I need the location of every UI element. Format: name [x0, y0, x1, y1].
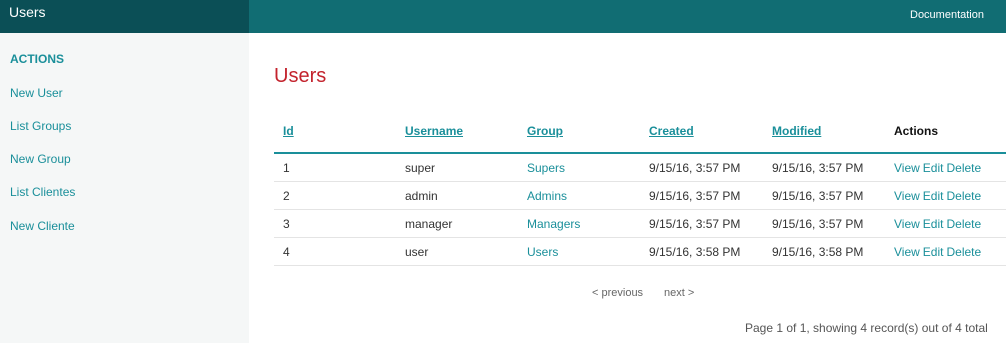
cell-modified: 9/15/16, 3:57 PM	[772, 189, 864, 203]
delete-link[interactable]: Delete	[946, 161, 981, 175]
cell-username: super	[405, 161, 436, 175]
cell-created: 9/15/16, 3:57 PM	[649, 217, 741, 231]
sort-group-header[interactable]: Group	[527, 117, 563, 145]
sidebar-item-list-groups[interactable]: List Groups	[10, 119, 71, 133]
page-title: Users	[274, 65, 327, 87]
cell-group-link[interactable]: Managers	[527, 210, 580, 238]
view-link[interactable]: View	[894, 245, 920, 259]
cell-actions: View Edit Delete	[894, 238, 984, 266]
cell-group-link[interactable]: Users	[527, 238, 558, 266]
cell-id: 4	[283, 245, 290, 259]
delete-link[interactable]: Delete	[946, 245, 981, 259]
delete-link[interactable]: Delete	[946, 217, 981, 231]
pagination-summary: Page 1 of 1, showing 4 record(s) out of …	[745, 321, 988, 335]
sort-created-header[interactable]: Created	[649, 117, 694, 145]
view-link[interactable]: View	[894, 189, 920, 203]
cell-actions: View Edit Delete	[894, 210, 984, 238]
sort-username-header[interactable]: Username	[405, 117, 463, 145]
view-link[interactable]: View	[894, 217, 920, 231]
table-row: 3 manager Managers 9/15/16, 3:57 PM 9/15…	[274, 210, 1006, 238]
edit-link[interactable]: Edit	[923, 189, 944, 203]
sidebar-item-new-user[interactable]: New User	[10, 86, 63, 100]
cell-username: manager	[405, 217, 453, 231]
cell-username: admin	[405, 189, 438, 203]
cell-group-link[interactable]: Supers	[527, 154, 565, 182]
previous-page-link[interactable]: < previous	[592, 287, 643, 299]
view-link[interactable]: View	[894, 161, 920, 175]
table-row: 4 user Users 9/15/16, 3:58 PM 9/15/16, 3…	[274, 238, 1006, 266]
sidebar-item-new-cliente[interactable]: New Cliente	[10, 219, 75, 233]
edit-link[interactable]: Edit	[923, 161, 944, 175]
delete-link[interactable]: Delete	[946, 189, 981, 203]
cell-modified: 9/15/16, 3:57 PM	[772, 161, 864, 175]
top-navbar: Users Documentation	[0, 0, 1006, 33]
cell-modified: 9/15/16, 3:58 PM	[772, 245, 864, 259]
sidebar-heading: ACTIONS	[10, 52, 64, 66]
main-content: Users Id Username Group Created Modified…	[249, 33, 1006, 343]
cell-id: 2	[283, 189, 290, 203]
cell-id: 1	[283, 161, 290, 175]
edit-link[interactable]: Edit	[923, 217, 944, 231]
cell-modified: 9/15/16, 3:57 PM	[772, 217, 864, 231]
table-row: 1 super Supers 9/15/16, 3:57 PM 9/15/16,…	[274, 154, 1006, 182]
brand-area: Users	[0, 0, 249, 33]
cell-actions: View Edit Delete	[894, 182, 984, 210]
documentation-link[interactable]: Documentation	[910, 9, 984, 21]
table-header: Id Username Group Created Modified Actio…	[274, 117, 1006, 145]
cell-created: 9/15/16, 3:57 PM	[649, 189, 741, 203]
sidebar-item-new-group[interactable]: New Group	[10, 152, 71, 166]
app-title: Users	[9, 4, 46, 20]
actions-header: Actions	[894, 124, 939, 138]
table-row: 2 admin Admins 9/15/16, 3:57 PM 9/15/16,…	[274, 182, 1006, 210]
cell-group-link[interactable]: Admins	[527, 182, 567, 210]
cell-username: user	[405, 245, 429, 259]
sidebar: ACTIONS New User List Groups New Group L…	[0, 33, 249, 343]
sidebar-item-list-clientes[interactable]: List Clientes	[10, 185, 75, 199]
cell-actions: View Edit Delete	[894, 154, 984, 182]
next-page-link[interactable]: next >	[664, 287, 694, 299]
cell-created: 9/15/16, 3:57 PM	[649, 161, 741, 175]
cell-created: 9/15/16, 3:58 PM	[649, 245, 741, 259]
cell-id: 3	[283, 217, 290, 231]
edit-link[interactable]: Edit	[923, 245, 944, 259]
sort-modified-header[interactable]: Modified	[772, 117, 821, 145]
sort-id-header[interactable]: Id	[283, 117, 294, 145]
